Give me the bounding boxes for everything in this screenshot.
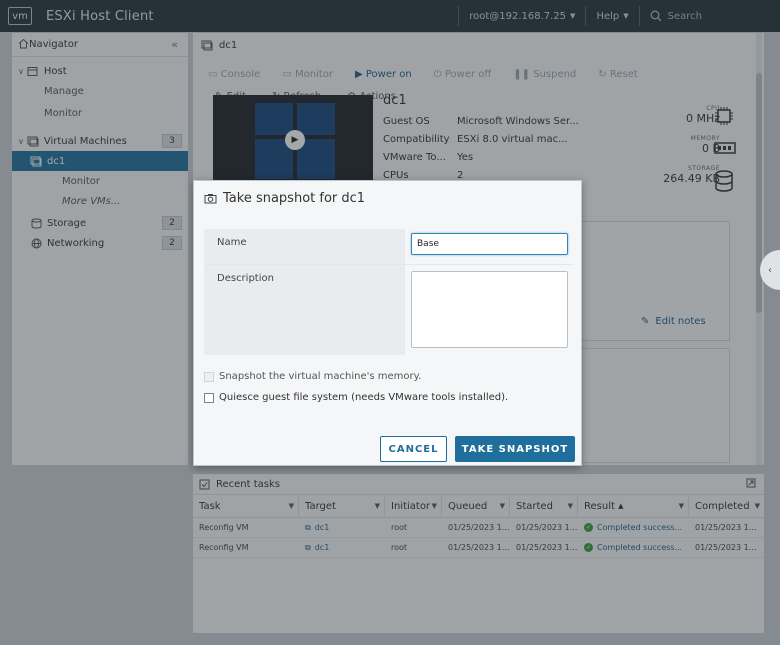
snapshot-description-input[interactable] [411, 271, 568, 348]
description-value-cell [405, 265, 574, 355]
dialog-title: Take snapshot for dc1 [204, 191, 365, 206]
camera-icon [204, 194, 217, 204]
dialog-title-text: Take snapshot for dc1 [223, 191, 366, 206]
chevron-left-icon: ‹ [768, 264, 772, 276]
quiesce-option[interactable]: Quiesce guest file system (needs VMware … [204, 392, 508, 403]
memory-option-label: Snapshot the virtual machine's memory. [219, 371, 422, 382]
take-snapshot-button[interactable]: TAKE SNAPSHOT [455, 436, 575, 462]
take-snapshot-dialog: Take snapshot for dc1 Name Description S… [193, 180, 582, 466]
quiesce-option-label: Quiesce guest file system (needs VMware … [219, 392, 509, 403]
snapshot-form: Name Description [204, 229, 574, 355]
cancel-button[interactable]: CANCEL [380, 436, 447, 462]
description-label: Description [204, 265, 405, 355]
snapshot-name-input[interactable] [411, 233, 568, 255]
quiesce-checkbox[interactable] [204, 392, 214, 403]
name-value-cell [405, 229, 574, 264]
description-row: Description [204, 265, 574, 355]
name-row: Name [204, 229, 574, 265]
memory-checkbox[interactable] [204, 371, 214, 382]
name-label: Name [204, 229, 405, 264]
memory-option[interactable]: Snapshot the virtual machine's memory. [204, 371, 421, 382]
